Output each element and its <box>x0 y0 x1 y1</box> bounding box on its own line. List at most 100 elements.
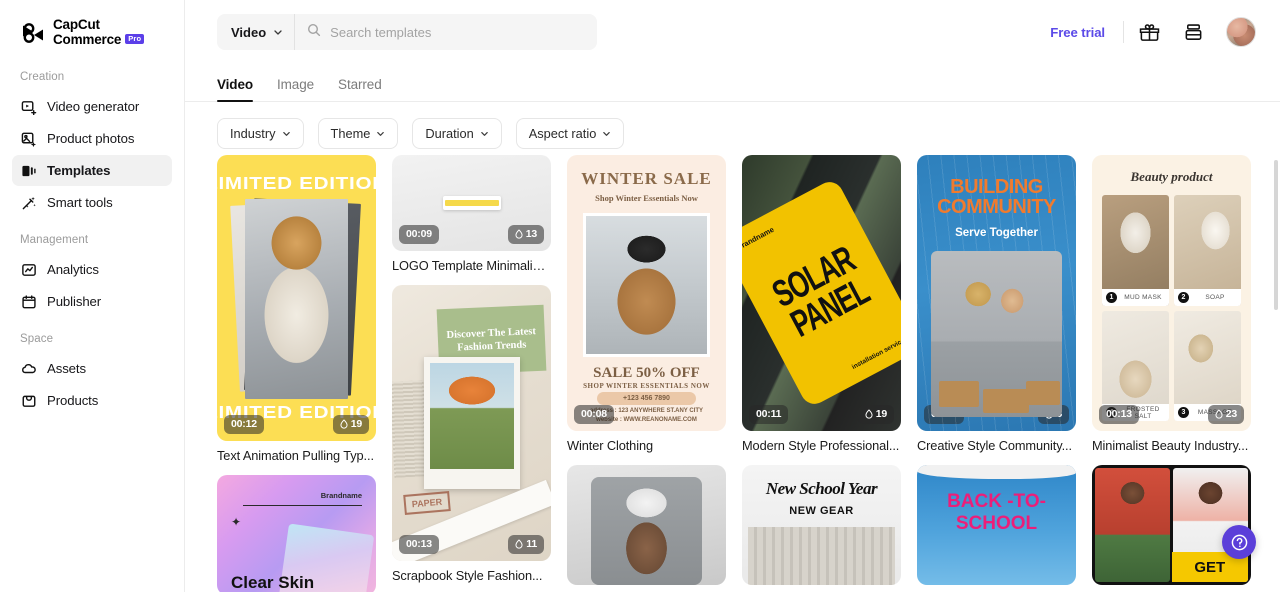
uses-badge: 11 <box>508 534 544 554</box>
duration-badge: 00:13 <box>1099 404 1139 424</box>
sidebar-item-products[interactable]: Products <box>12 385 172 416</box>
sidebar-item-publisher[interactable]: Publisher <box>12 286 172 317</box>
template-grid: LIMITED EDITION LIMITED EDITION 00:12 19 <box>185 155 1280 592</box>
search-type-select[interactable]: Video <box>217 14 296 50</box>
vertical-scrollbar[interactable] <box>1274 160 1278 310</box>
templates-icon <box>20 162 37 179</box>
sidebar-item-analytics[interactable]: Analytics <box>12 254 172 285</box>
tab-image[interactable]: Image <box>277 77 314 101</box>
uses-badge: 19 <box>332 414 369 434</box>
template-title: Minimalist Beauty Industry... <box>1092 438 1249 453</box>
beauty-product-grid: 1 MUD MASK 2 SOAP FROSTED SALT 3 <box>1102 195 1241 421</box>
chevron-down-icon <box>376 126 385 141</box>
video-generator-icon <box>20 98 37 115</box>
filter-aspect-ratio[interactable]: Aspect ratio <box>515 118 625 149</box>
thumb-sale: SALE 50% OFF SHOP WINTER ESSENTIALS NOW <box>567 365 726 390</box>
sidebar-item-templates[interactable]: Templates <box>12 155 172 187</box>
logo-mock <box>442 196 501 210</box>
beauty-cell-number: 3 <box>1178 407 1189 418</box>
thumb-subhead: installation services <box>850 335 901 371</box>
template-grid-scroll[interactable]: LIMITED EDITION LIMITED EDITION 00:12 19 <box>185 155 1280 592</box>
filter-duration[interactable]: Duration <box>412 118 502 149</box>
chevron-down-icon <box>273 25 283 40</box>
product-photos-icon <box>20 130 37 147</box>
template-card[interactable]: GET <box>1092 465 1251 585</box>
template-thumbnail: Brandname ✦ ✦ Clear Skin <box>217 475 376 592</box>
main-content: Video Search templates Free trial Video … <box>185 0 1280 592</box>
template-card[interactable]: LIMITED EDITION LIMITED EDITION 00:12 19 <box>217 155 376 463</box>
sidebar-item-smart-tools[interactable]: Smart tools <box>12 187 172 218</box>
nav-group-label-management: Management <box>20 234 89 247</box>
template-card[interactable]: New School Year NEW GEAR <box>742 465 901 585</box>
sidebar-item-label: Assets <box>47 361 86 377</box>
layers-icon[interactable] <box>1174 13 1212 51</box>
template-card[interactable]: 00:09 13 LOGO Template Minimalist... <box>392 155 551 273</box>
free-trial-button[interactable]: Free trial <box>1050 25 1123 40</box>
template-thumbnail: Brandname SOLAR PANEL installation servi… <box>742 155 901 431</box>
uses-count: 13 <box>525 227 537 240</box>
template-title: LOGO Template Minimalist... <box>392 258 551 273</box>
template-title: Creative Style Community... <box>917 438 1072 453</box>
app-root: CapCut Commerce Pro Creation Video gener… <box>0 0 1280 592</box>
pro-badge: Pro <box>125 33 145 44</box>
chevron-down-icon <box>282 126 291 141</box>
sidebar-item-assets[interactable]: Assets <box>12 353 172 384</box>
avatar[interactable] <box>1226 17 1256 47</box>
thumb-headline: SOLAR PANEL <box>764 237 876 346</box>
nav-group-creation: Creation Video generator Product photos … <box>0 71 184 218</box>
template-card[interactable] <box>567 465 726 585</box>
template-card[interactable]: BUILDING COMMUNITY Serve Together 00:12 … <box>917 155 1076 453</box>
uses-count: 11 <box>526 537 537 550</box>
box-shape <box>939 381 979 407</box>
help-button[interactable] <box>1222 525 1256 559</box>
grid-column-6: Beauty product 1 MUD MASK 2 SOAP FROSTED… <box>1092 155 1251 592</box>
tab-video[interactable]: Video <box>217 77 253 102</box>
thumb-headline-top: LIMITED EDITION <box>217 173 376 193</box>
tab-bar: Video Image Starred <box>185 64 1280 102</box>
beauty-cell-number: 1 <box>1106 291 1117 303</box>
building-shape <box>748 527 895 585</box>
template-card[interactable]: Beauty product 1 MUD MASK 2 SOAP FROSTED… <box>1092 155 1251 453</box>
template-card[interactable]: WINTER SALE Shop Winter Essentials Now S… <box>567 155 726 453</box>
template-card[interactable]: Discover The Latest Fashion Trends PAPER… <box>392 285 551 583</box>
template-thumbnail: BUILDING COMMUNITY Serve Together 00:12 … <box>917 155 1076 431</box>
template-thumbnail: LIMITED EDITION LIMITED EDITION 00:12 19 <box>217 155 376 441</box>
box-shape <box>1026 381 1060 405</box>
filter-label: Duration <box>425 126 474 141</box>
search-bar: Video Search templates <box>217 14 597 50</box>
publisher-icon <box>20 293 37 310</box>
thumb-phone: +123 456 7890 <box>597 392 696 405</box>
template-card[interactable]: Brandname SOLAR PANEL installation servi… <box>742 155 901 453</box>
sidebar-item-label: Product photos <box>47 131 135 147</box>
nav-group-management: Management Analytics Publisher <box>0 234 184 317</box>
sale-text: SALE 50% OFF <box>593 365 700 381</box>
filter-theme[interactable]: Theme <box>317 118 399 149</box>
sidebar-item-label: Publisher <box>47 294 102 310</box>
polaroid-photo <box>424 357 520 489</box>
template-title: Scrapbook Style Fashion... <box>392 568 543 583</box>
thumb-rule <box>243 505 362 506</box>
topbar-actions: Free trial <box>1050 13 1256 51</box>
app-logo[interactable]: CapCut Commerce Pro <box>0 0 184 47</box>
uses-badge: 19 <box>857 404 894 424</box>
search-type-label: Video <box>231 24 267 40</box>
gift-icon[interactable] <box>1130 13 1168 51</box>
logo-line-2: Commerce <box>53 31 122 47</box>
sidebar-item-product-photos[interactable]: Product photos <box>12 123 172 154</box>
duration-badge: 00:09 <box>399 224 439 244</box>
search-input[interactable]: Search templates <box>330 25 431 40</box>
uses-count: 19 <box>350 417 362 430</box>
search-field[interactable]: Search templates <box>295 23 597 42</box>
duration-badge: 00:12 <box>224 414 264 434</box>
template-card[interactable]: BACK -TO- SCHOOL <box>917 465 1076 585</box>
sidebar-item-video-generator[interactable]: Video generator <box>12 91 172 122</box>
thumb-subhead: NEW GEAR <box>789 505 854 517</box>
thumb-headline: New School Year <box>765 479 878 498</box>
template-card[interactable]: Brandname ✦ ✦ Clear Skin <box>217 475 376 592</box>
grid-column-2: 00:09 13 LOGO Template Minimalist... Dis… <box>392 155 551 592</box>
filter-industry[interactable]: Industry <box>217 118 304 149</box>
tab-starred[interactable]: Starred <box>338 77 382 101</box>
template-thumbnail: New School Year NEW GEAR <box>742 465 901 585</box>
template-thumbnail: WINTER SALE Shop Winter Essentials Now S… <box>567 155 726 431</box>
grid-column-1: LIMITED EDITION LIMITED EDITION 00:12 19 <box>217 155 376 592</box>
